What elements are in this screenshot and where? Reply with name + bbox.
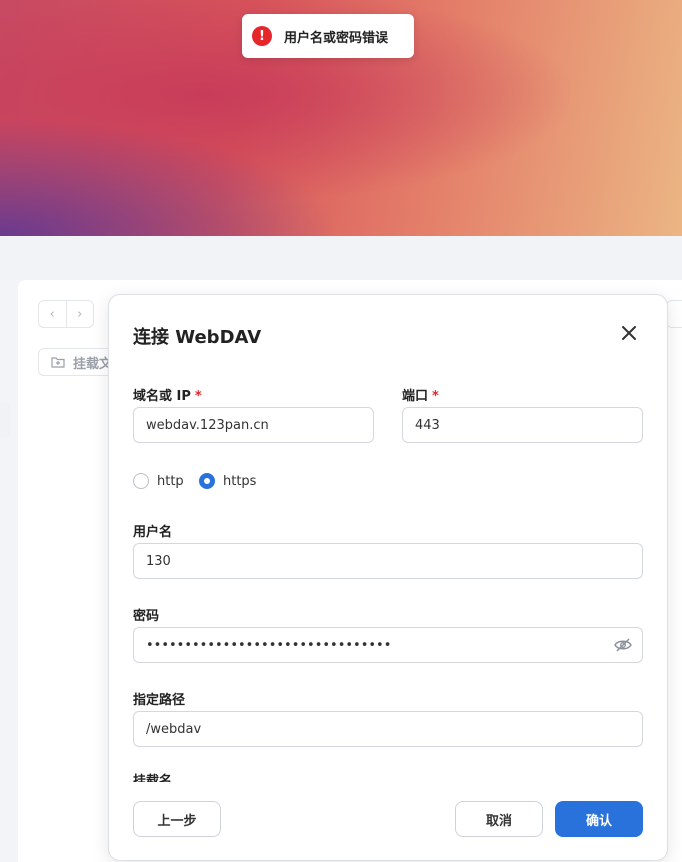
sidebar-edge: [0, 402, 10, 438]
required-mark: *: [432, 389, 439, 404]
folder-add-icon: [51, 357, 65, 368]
path-input[interactable]: /webdav: [133, 711, 643, 747]
radio-https-label: https: [223, 473, 257, 489]
mount-name-label: 挂载名: [133, 774, 173, 782]
radio-https-dot[interactable]: [199, 473, 215, 489]
username-label: 用户名: [133, 525, 173, 540]
username-input[interactable]: 130​​​​​​​​: [133, 543, 643, 579]
toolbar-edge: [666, 300, 682, 328]
eye-off-icon[interactable]: [614, 638, 632, 652]
dialog-title: 连接 WebDAV: [133, 327, 262, 348]
radio-http[interactable]: http: [133, 473, 184, 489]
webdav-dialog: 连接 WebDAV 域名或 IP * webdav.123pan.cn 端口 * 4…: [108, 294, 668, 861]
error-toast: ! 用户名或密码错误: [242, 14, 414, 58]
host-label: 域名或 IP *: [133, 385, 202, 404]
password-value: ••••••••••••••••••••••••••••••••: [146, 637, 392, 653]
toast-message: 用户名或密码错误: [284, 30, 389, 46]
radio-http-dot[interactable]: [133, 473, 149, 489]
history-nav: ‹ ›: [38, 300, 94, 328]
prev-step-button[interactable]: 上一步: [133, 801, 221, 837]
error-icon: !: [252, 26, 272, 46]
confirm-button[interactable]: 确认: [555, 801, 643, 837]
port-input[interactable]: 443: [402, 407, 643, 443]
path-label: 指定路径: [133, 693, 186, 708]
radio-https[interactable]: https: [199, 473, 256, 489]
password-input[interactable]: ••••••••••••••••••••••••••••••••: [133, 627, 643, 663]
back-button[interactable]: ‹: [39, 301, 66, 327]
required-mark: *: [194, 389, 202, 404]
port-label-text: 端口: [402, 389, 429, 404]
radio-http-label: http: [157, 473, 184, 489]
password-label: 密码: [133, 609, 160, 624]
close-icon[interactable]: [618, 322, 640, 344]
host-input[interactable]: webdav.123pan.cn: [133, 407, 374, 443]
mount-folder-label: 挂载文: [73, 356, 113, 372]
host-label-text: 域名或 IP: [133, 389, 191, 404]
window-header-band: [0, 236, 682, 280]
forward-button[interactable]: ›: [65, 301, 94, 327]
cancel-button[interactable]: 取消: [455, 801, 543, 837]
port-label: 端口 *: [402, 385, 439, 404]
